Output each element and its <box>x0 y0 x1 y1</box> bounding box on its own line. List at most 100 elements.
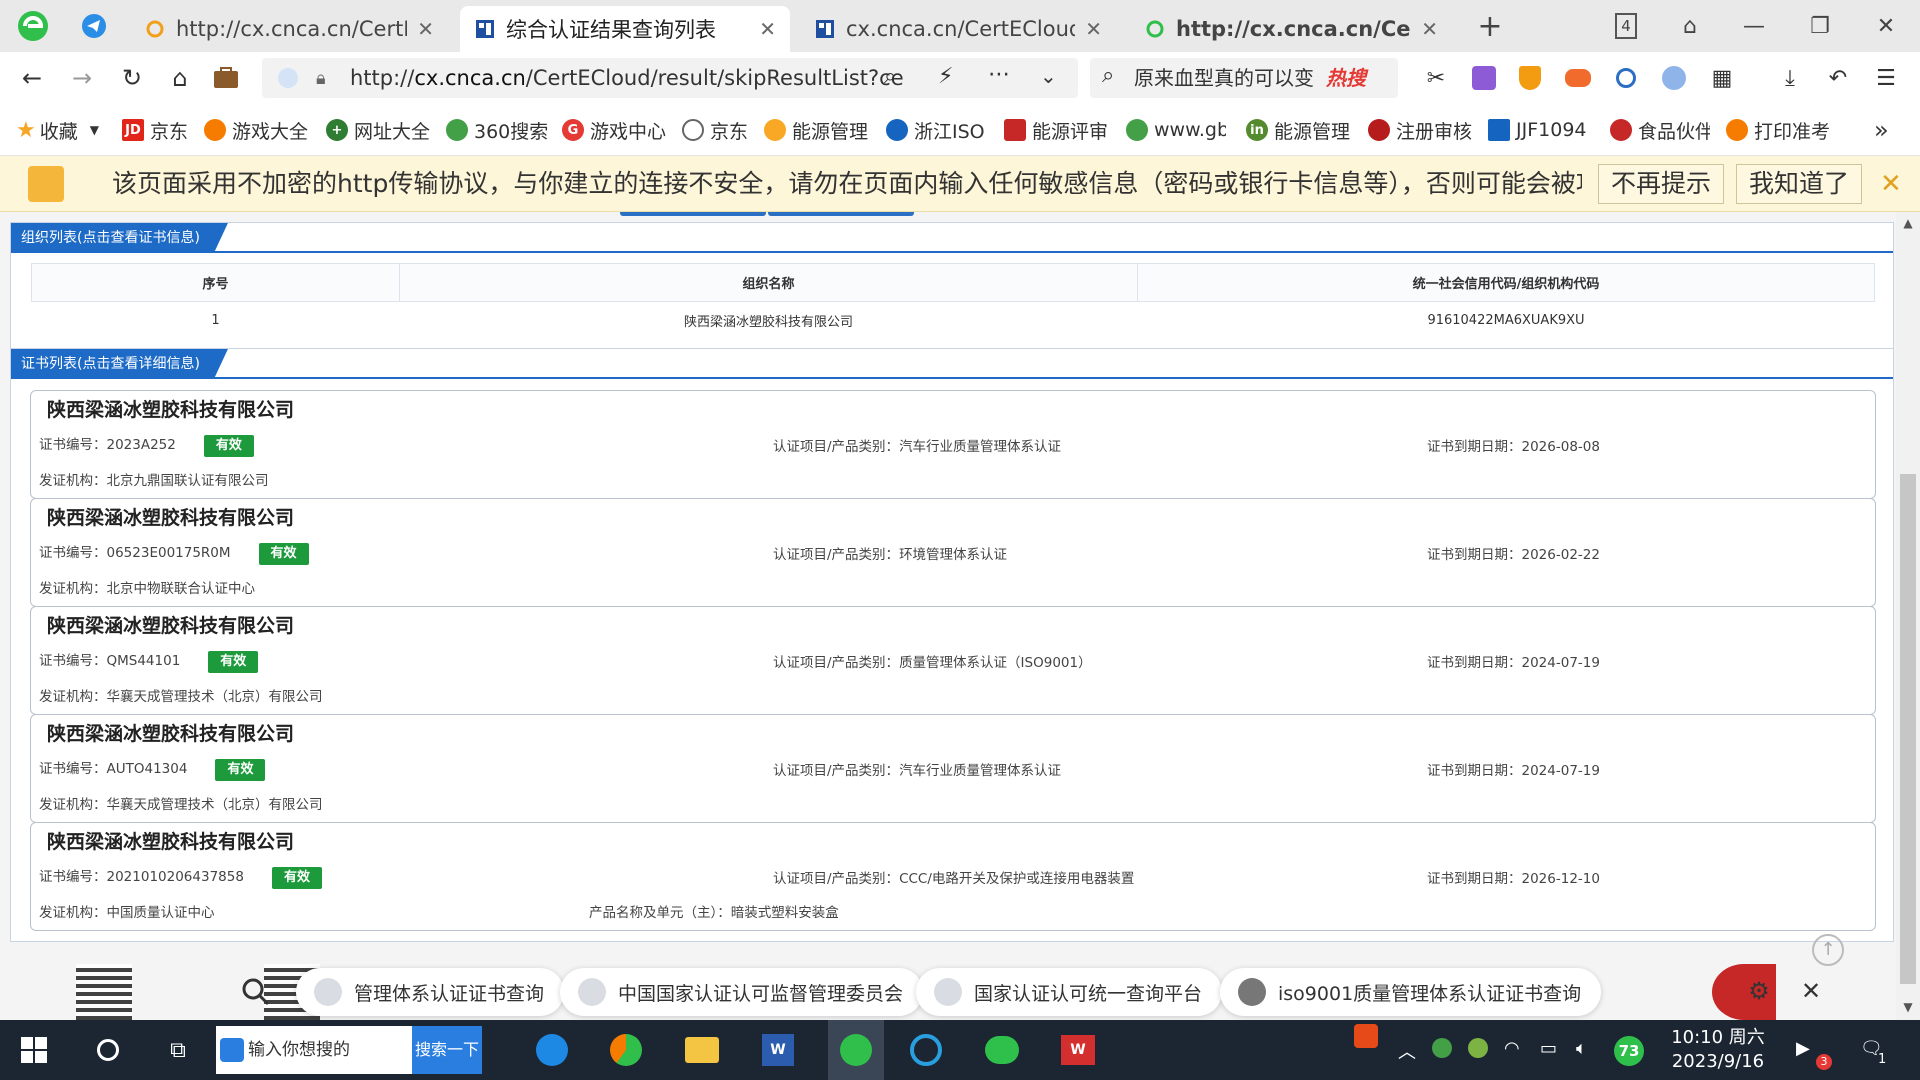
apps-grid-icon[interactable]: ▦ <box>1706 62 1738 94</box>
wallet-icon[interactable] <box>206 52 246 104</box>
tab-3[interactable]: cx.cnca.cn/CertECloud/result/skipResultL… <box>800 6 1116 52</box>
tray-plus-icon[interactable] <box>1468 1038 1488 1058</box>
reload-icon[interactable]: ↻ <box>112 52 152 104</box>
shield-ext-icon[interactable] <box>1514 62 1546 94</box>
video-icon[interactable]: ▶ <box>1796 1038 1810 1059</box>
edge-icon[interactable] <box>532 1030 572 1070</box>
close-icon[interactable]: ✕ <box>1794 974 1828 1008</box>
translate-icon[interactable] <box>1468 62 1500 94</box>
zoom-search-icon[interactable]: ⌕ <box>884 64 896 89</box>
bookmark-item[interactable]: 食品伙伴 <box>1610 104 1710 156</box>
window-counter[interactable]: 4 <box>1608 0 1644 52</box>
tray-expand-icon[interactable]: ︿ <box>1398 1038 1416 1064</box>
magnifier-ext-icon[interactable] <box>1610 62 1642 94</box>
bookmark-item[interactable]: 浙江ISO <box>886 104 986 156</box>
bookmark-item[interactable]: JD 京东 <box>122 104 192 156</box>
close-icon[interactable]: ✕ <box>759 17 776 41</box>
more-icon[interactable]: ⋯ <box>988 62 1010 87</box>
windows-start-icon[interactable] <box>14 1030 54 1070</box>
gear-icon[interactable]: ⚙ <box>1742 974 1776 1008</box>
volume-icon[interactable]: 🔈︎ <box>1576 1038 1587 1059</box>
bookmark-item[interactable]: in 能源管理 <box>1246 104 1350 156</box>
tab-1[interactable]: http://cx.cnca.cn/CertECloud/result/skip… <box>130 6 448 52</box>
tab-4[interactable]: http://cx.cnca.cn/CertECloud ✕ <box>1130 6 1452 52</box>
game-icon[interactable] <box>1562 62 1594 94</box>
close-icon[interactable]: ✕ <box>417 17 434 41</box>
vertical-scrollbar[interactable]: ▲ ▼ <box>1896 212 1920 1020</box>
bookmark-item[interactable]: + 网址大全 <box>326 104 430 156</box>
wifi-icon[interactable]: ◠ <box>1504 1038 1520 1059</box>
cert-card[interactable]: 陕西梁涵冰塑胶科技有限公司 证书编号：06523E00175R0M 有效 认证项目… <box>30 498 1876 607</box>
battery-icon[interactable]: ▭ <box>1540 1038 1557 1059</box>
new-tab-button[interactable]: + <box>1470 0 1510 52</box>
menu-icon[interactable]: ☰ <box>1870 62 1902 94</box>
tab-2[interactable]: 综合认证结果查询列表 ✕ <box>460 6 790 52</box>
lightning-icon[interactable]: ⚡︎ <box>938 64 953 89</box>
cert-card[interactable]: 陕西梁涵冰塑胶科技有限公司 证书编号：QMS44101 有效 认证项目/产品类别：… <box>30 606 1876 715</box>
bookmark-item[interactable]: 360搜索 <box>446 104 550 156</box>
minimize-icon[interactable]: — <box>1730 0 1778 52</box>
browser-taskbar-icon[interactable] <box>828 1020 884 1080</box>
restore-icon[interactable]: ❐ <box>1796 0 1844 52</box>
scissors-icon[interactable]: ✂ <box>1420 62 1452 94</box>
tray-app-icon[interactable] <box>1432 1038 1452 1058</box>
taskbar-search-input[interactable]: 输入你想搜的 <box>216 1026 412 1074</box>
query-button-edge[interactable] <box>620 212 766 216</box>
scroll-up-icon[interactable]: ▲ <box>1896 216 1920 232</box>
clock[interactable]: 10:10 周六 2023/9/16 <box>1668 1026 1768 1074</box>
table-row[interactable]: 1 陕西梁涵冰塑胶科技有限公司 91610422MA6XUAK9XU <box>32 302 1875 340</box>
word-icon[interactable]: W <box>758 1030 798 1070</box>
cell-org-name[interactable]: 陕西梁涵冰塑胶科技有限公司 <box>400 302 1138 340</box>
search-input[interactable]: 原来血型真的可以变 <box>1134 58 1314 98</box>
forward-icon[interactable]: → <box>62 52 102 104</box>
url-field[interactable]: 🔒︎ http://cx.cnca.cn/CertECloud/result/s… <box>262 58 1078 98</box>
cert-card[interactable]: 陕西梁涵冰塑胶科技有限公司 证书编号：2023A252 有效 认证项目/产品类别：… <box>30 390 1876 499</box>
chevron-down-icon[interactable]: ⌄ <box>1040 64 1057 88</box>
close-window-icon[interactable]: ✕ <box>1862 0 1910 52</box>
home-icon[interactable]: ⌂ <box>160 52 200 104</box>
hot-search-pill[interactable]: 国家认证认可统一查询平台 <box>916 968 1223 1016</box>
cortana-icon[interactable] <box>88 1030 128 1070</box>
ie-icon[interactable] <box>906 1030 946 1070</box>
task-view-icon[interactable]: ⧉ <box>158 1030 198 1070</box>
reset-button-edge[interactable] <box>768 212 914 216</box>
download-icon[interactable]: ⤓ <box>1774 62 1806 94</box>
back-to-top-icon[interactable]: ↑ <box>1812 934 1844 966</box>
security-score-badge[interactable]: 73 <box>1614 1036 1644 1066</box>
hot-search-pill[interactable]: 管理体系认证证书查询 <box>296 968 565 1016</box>
shirt-icon[interactable]: ⌂ <box>1670 0 1710 52</box>
bookmark-item[interactable]: 游戏大全 <box>204 104 308 156</box>
bookmark-item[interactable]: www.gb <box>1126 104 1226 156</box>
browser-logo-icon[interactable] <box>8 0 58 52</box>
pie-app-icon[interactable] <box>606 1030 646 1070</box>
bookmark-item[interactable]: 打印准考 <box>1726 104 1830 156</box>
close-icon[interactable]: ✕ <box>1880 156 1902 212</box>
search-icon[interactable] <box>240 976 272 1008</box>
bookmark-item[interactable]: 能源管理 <box>764 104 868 156</box>
sogou-ime-icon[interactable] <box>1354 1024 1378 1048</box>
search-box[interactable]: ⌕ 原来血型真的可以变 热搜 <box>1090 58 1398 98</box>
dont-show-again-button[interactable]: 不再提示 <box>1598 164 1725 204</box>
bookmark-item[interactable]: 京东 <box>682 104 752 156</box>
minus-circle-icon[interactable] <box>1658 62 1690 94</box>
bookmark-item[interactable]: 注册审核 <box>1368 104 1472 156</box>
wechat-icon[interactable] <box>982 1030 1022 1070</box>
wps-icon[interactable]: W <box>1058 1030 1098 1070</box>
cert-card[interactable]: 陕西梁涵冰塑胶科技有限公司 证书编号：AUTO41304 有效 认证项目/产品类别… <box>30 714 1876 823</box>
more-bookmarks-icon[interactable]: » <box>1874 104 1904 156</box>
close-icon[interactable]: ✕ <box>1421 17 1438 41</box>
scroll-down-icon[interactable]: ▼ <box>1896 1000 1920 1016</box>
got-it-button[interactable]: 我知道了 <box>1736 164 1863 204</box>
cert-card[interactable]: 陕西梁涵冰塑胶科技有限公司 证书编号：2021010206437858 有效 认证… <box>30 822 1876 931</box>
bookmark-item[interactable]: 能源评审 <box>1004 104 1108 156</box>
hot-search-pill[interactable]: iso9001质量管理体系认证证书查询 <box>1220 968 1602 1016</box>
scroll-thumb[interactable] <box>1900 474 1916 984</box>
bookmark-favorites[interactable]: ★ 收藏 ▼ <box>16 104 112 156</box>
close-icon[interactable]: ✕ <box>1085 17 1102 41</box>
folder-icon[interactable] <box>682 1030 722 1070</box>
undo-icon[interactable]: ↶ <box>1822 62 1854 94</box>
bookmark-item[interactable]: G 游戏中心 <box>562 104 666 156</box>
back-icon[interactable]: ← <box>12 52 52 104</box>
telegram-icon[interactable] <box>74 0 114 52</box>
bookmark-item[interactable]: JJF1094 <box>1488 104 1596 156</box>
